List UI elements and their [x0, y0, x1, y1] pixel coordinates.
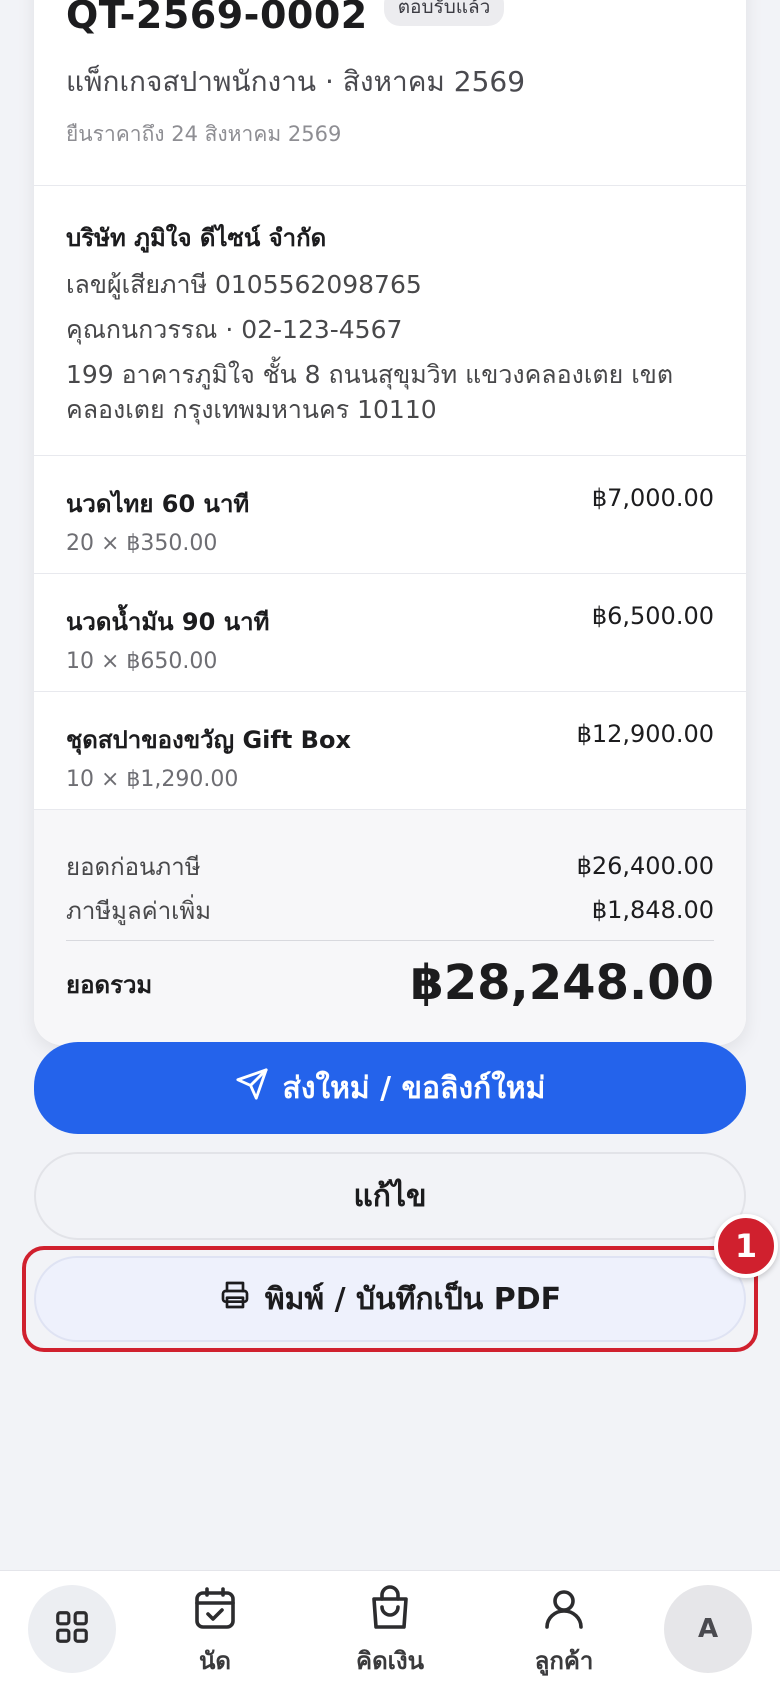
- quote-header: QT-2569-0002 ตอบรับแล้ว แพ็กเกจสปาพนักงา…: [34, 0, 746, 186]
- quote-number: QT-2569-0002: [66, 0, 368, 37]
- subtotal-value: ฿26,400.00: [576, 852, 714, 880]
- totals-section: ยอดก่อนภาษี ฿26,400.00 ภาษีมูลค่าเพิ่ม ฿…: [34, 810, 746, 1045]
- grid-icon: [53, 1608, 91, 1650]
- line-item-name: นวดไทย 60 นาที: [66, 490, 250, 518]
- line-item-name: ชุดสปาของขวัญ Gift Box: [66, 726, 351, 754]
- calendar-check-icon: [191, 1585, 239, 1637]
- line-item-amount: ฿6,500.00: [591, 602, 714, 630]
- line-item-amount: ฿12,900.00: [576, 720, 714, 748]
- resend-label: ส่งใหม่ / ขอลิงก์ใหม่: [282, 1070, 546, 1106]
- nav-billing-label: คิดเงิน: [356, 1647, 424, 1675]
- highlight-box: [22, 1246, 758, 1352]
- line-item: ชุดสปาของขวัญ Gift Box 10 × ฿1,290.00 ฿1…: [34, 692, 746, 810]
- totals-divider: [66, 940, 714, 941]
- client-address-line1: 199 อาคารภูมิใจ ชั้น 8 ถนนสุขุมวิท แขวงค…: [66, 360, 674, 389]
- user-icon: [540, 1585, 588, 1637]
- grand-total-label: ยอดรวม: [66, 971, 153, 999]
- shopping-bag-icon: [366, 1585, 414, 1637]
- valid-until: ยืนราคาถึง 24 สิงหาคม 2569: [66, 122, 342, 146]
- nav-home[interactable]: [28, 1585, 116, 1673]
- subtotal-label: ยอดก่อนภาษี: [66, 852, 201, 881]
- nav-customers[interactable]: ลูกค้า: [504, 1585, 624, 1685]
- client-address-line2: คลองเตย กรุงเทพมหานคร 10110: [66, 395, 437, 424]
- edit-label: แก้ไข: [353, 1178, 427, 1214]
- avatar[interactable]: A: [664, 1585, 752, 1673]
- line-item-amount: ฿7,000.00: [591, 484, 714, 512]
- nav-billing[interactable]: คิดเงิน: [330, 1585, 450, 1685]
- step-marker: 1: [714, 1214, 778, 1278]
- quote-title: แพ็กเกจสปาพนักงาน · สิงหาคม 2569: [66, 65, 526, 98]
- client-address: 199 อาคารภูมิใจ ชั้น 8 ถนนสุขุมวิท แขวงค…: [66, 357, 714, 427]
- grand-total-row: ยอดรวม ฿28,248.00: [66, 955, 714, 1011]
- nav-appointments-label: นัด: [199, 1647, 231, 1675]
- line-item-qty: 10 × ฿1,290.00: [66, 767, 239, 792]
- nav-appointments[interactable]: นัด: [155, 1585, 275, 1685]
- bottom-nav: นัด คิดเงิน ลูกค้า A: [0, 1570, 780, 1688]
- client-name: บริษัท ภูมิใจ ดีไซน์ จำกัด: [66, 224, 327, 252]
- edit-button[interactable]: แก้ไข: [34, 1152, 746, 1240]
- line-item: นวดไทย 60 นาที 20 × ฿350.00 ฿7,000.00: [34, 456, 746, 574]
- line-item-name: นวดน้ำมัน 90 นาที: [66, 608, 270, 636]
- nav-customers-label: ลูกค้า: [534, 1647, 594, 1675]
- resend-button[interactable]: ส่งใหม่ / ขอลิงก์ใหม่: [34, 1042, 746, 1134]
- vat-label: ภาษีมูลค่าเพิ่ม: [66, 896, 212, 925]
- client-tax-id: เลขผู้เสียภาษี 0105562098765: [66, 270, 422, 299]
- quote-detail-screen: QT-2569-0002 ตอบรับแล้ว แพ็กเกจสปาพนักงา…: [0, 0, 780, 1688]
- client-contact: คุณกนกวรรณ · 02-123-4567: [66, 315, 403, 344]
- line-item-qty: 20 × ฿350.00: [66, 531, 218, 556]
- send-icon: [235, 1067, 269, 1109]
- vat-value: ฿1,848.00: [591, 896, 714, 924]
- line-item: นวดน้ำมัน 90 นาที 10 × ฿650.00 ฿6,500.00: [34, 574, 746, 692]
- line-item-qty: 10 × ฿650.00: [66, 649, 218, 674]
- vat-row: ภาษีมูลค่าเพิ่ม ฿1,848.00: [66, 888, 714, 932]
- subtotal-row: ยอดก่อนภาษี ฿26,400.00: [66, 844, 714, 888]
- client-info: บริษัท ภูมิใจ ดีไซน์ จำกัด เลขผู้เสียภาษ…: [34, 186, 746, 456]
- status-badge: ตอบรับแล้ว: [383, 0, 505, 26]
- quote-card: QT-2569-0002 ตอบรับแล้ว แพ็กเกจสปาพนักงา…: [34, 0, 746, 1045]
- grand-total-value: ฿28,248.00: [410, 955, 714, 1011]
